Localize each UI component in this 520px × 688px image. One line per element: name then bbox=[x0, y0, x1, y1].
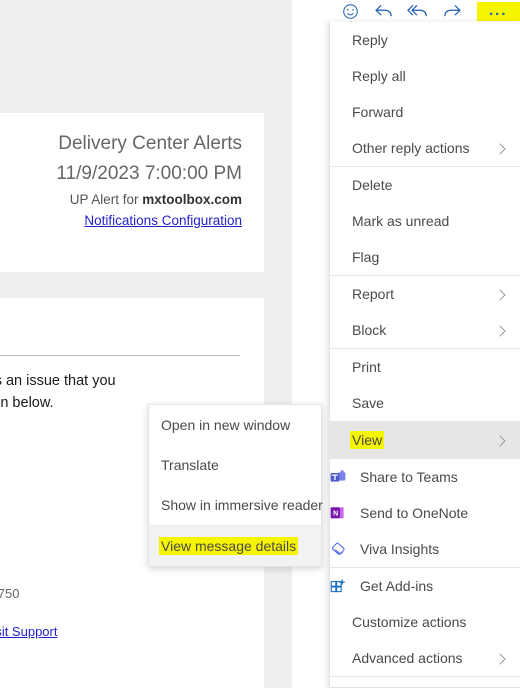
chevron-right-icon bbox=[494, 651, 508, 666]
email-subject-domain: mxtoolbox.com bbox=[142, 192, 242, 207]
viva-insights-icon bbox=[330, 540, 352, 558]
view-submenu: Open in new window Translate Show in imm… bbox=[148, 404, 323, 567]
mail-gutter-fill bbox=[264, 0, 292, 688]
menu-item-mark-as-unread[interactable]: Mark as unread bbox=[330, 203, 520, 239]
menu-item-other-reply-actions[interactable]: Other reply actions bbox=[330, 130, 520, 166]
menu-item-advanced-actions[interactable]: Advanced actions bbox=[330, 640, 520, 676]
more-actions-menu: Reply Reply all Forward Other reply acti… bbox=[329, 22, 520, 688]
menu-separator bbox=[330, 676, 520, 677]
menu-item-delete[interactable]: Delete bbox=[330, 167, 520, 203]
menu-item-reply[interactable]: Reply bbox=[330, 22, 520, 58]
menu-item-customize-actions[interactable]: Customize actions bbox=[330, 604, 520, 640]
email-subject-prefix: UP Alert for bbox=[69, 192, 143, 207]
forward-icon[interactable] bbox=[435, 0, 469, 22]
submenu-item-open-in-new-window[interactable]: Open in new window bbox=[149, 405, 321, 445]
svg-text:N: N bbox=[333, 510, 338, 517]
mail-gray-band-upper bbox=[0, 85, 264, 113]
email-subject-line: UP Alert for mxtoolbox.com bbox=[0, 189, 242, 211]
email-datetime: 11/9/2023 7:00:00 PM bbox=[56, 163, 242, 184]
menu-item-report[interactable]: Report bbox=[330, 276, 520, 312]
menu-item-save[interactable]: Save bbox=[330, 385, 520, 421]
message-toolbar: ... bbox=[328, 0, 520, 22]
menu-item-print[interactable]: Print bbox=[330, 349, 520, 385]
onenote-icon: N bbox=[330, 504, 352, 522]
menu-item-label: Reply bbox=[352, 32, 388, 48]
more-actions-button[interactable]: ... bbox=[476, 1, 520, 21]
submenu-item-label: Show in immersive reader bbox=[161, 497, 323, 513]
submenu-item-label: View message details bbox=[159, 537, 299, 555]
menu-item-label: Save bbox=[352, 395, 384, 411]
menu-item-label: Other reply actions bbox=[352, 140, 470, 156]
chevron-right-icon bbox=[494, 141, 508, 156]
menu-item-label: Share to Teams bbox=[360, 469, 458, 485]
menu-item-flag[interactable]: Flag bbox=[330, 239, 520, 275]
email-title: Delivery Center Alerts bbox=[58, 133, 242, 154]
menu-item-view[interactable]: View bbox=[330, 422, 520, 458]
mail-top-gray-band bbox=[0, 0, 264, 85]
submenu-item-show-in-immersive-reader[interactable]: Show in immersive reader bbox=[149, 485, 323, 525]
chevron-right-icon bbox=[494, 323, 508, 338]
menu-item-label: View bbox=[350, 431, 496, 449]
menu-item-label: Viva Insights bbox=[360, 541, 440, 557]
chevron-right-icon bbox=[494, 287, 508, 302]
submenu-item-view-message-details[interactable]: View message details bbox=[149, 526, 321, 566]
reply-icon[interactable] bbox=[368, 0, 402, 22]
reply-all-icon[interactable] bbox=[401, 0, 435, 22]
notifications-configuration-link[interactable]: Notifications Configuration bbox=[0, 211, 242, 231]
add-reaction-icon[interactable] bbox=[334, 0, 368, 22]
menu-item-label: Block bbox=[352, 322, 387, 338]
menu-item-send-to-onenote[interactable]: N Send to OneNote bbox=[330, 495, 520, 531]
email-body-line-1: dicates an issue that you bbox=[0, 373, 116, 389]
reading-pane: Delivery Center Alerts 11/9/2023 7:00:00… bbox=[0, 0, 328, 688]
submenu-item-label: Open in new window bbox=[161, 417, 291, 433]
menu-item-label: Print bbox=[352, 359, 381, 375]
menu-item-label: Report bbox=[352, 286, 395, 302]
menu-item-label: Forward bbox=[352, 104, 404, 120]
menu-item-label: Customize actions bbox=[352, 614, 467, 630]
menu-item-view-highlight: View bbox=[350, 431, 385, 449]
body-divider bbox=[0, 355, 240, 356]
chevron-right-icon bbox=[494, 433, 508, 448]
submenu-item-label: Translate bbox=[161, 457, 219, 473]
menu-item-label: Advanced actions bbox=[352, 650, 463, 666]
menu-item-share-to-teams[interactable]: Share to Teams bbox=[330, 459, 520, 495]
teams-icon bbox=[330, 468, 352, 486]
menu-item-label: Reply all bbox=[352, 68, 406, 84]
get-addins-icon bbox=[330, 577, 352, 595]
menu-item-label: Mark as unread bbox=[352, 213, 450, 229]
menu-item-get-addins[interactable]: Get Add-ins bbox=[330, 568, 520, 604]
submenu-item-translate[interactable]: Translate bbox=[149, 445, 321, 485]
screen-root: Delivery Center Alerts 11/9/2023 7:00:00… bbox=[0, 0, 520, 688]
menu-item-label: Delete bbox=[352, 177, 393, 193]
menu-item-label: Send to OneNote bbox=[360, 505, 469, 521]
visit-support-link[interactable]: Visit Support bbox=[0, 624, 57, 639]
mail-gray-band-lower bbox=[0, 272, 264, 298]
menu-item-forward[interactable]: Forward bbox=[330, 94, 520, 130]
menu-item-block[interactable]: Block bbox=[330, 312, 520, 348]
email-footer-address: as 78750 bbox=[0, 586, 20, 601]
menu-item-label: Get Add-ins bbox=[360, 578, 434, 594]
menu-item-reply-all[interactable]: Reply all bbox=[330, 58, 520, 94]
menu-item-label: Flag bbox=[352, 249, 380, 265]
email-header-card: Delivery Center Alerts 11/9/2023 7:00:00… bbox=[0, 113, 264, 272]
menu-item-viva-insights[interactable]: Viva Insights bbox=[330, 531, 520, 567]
